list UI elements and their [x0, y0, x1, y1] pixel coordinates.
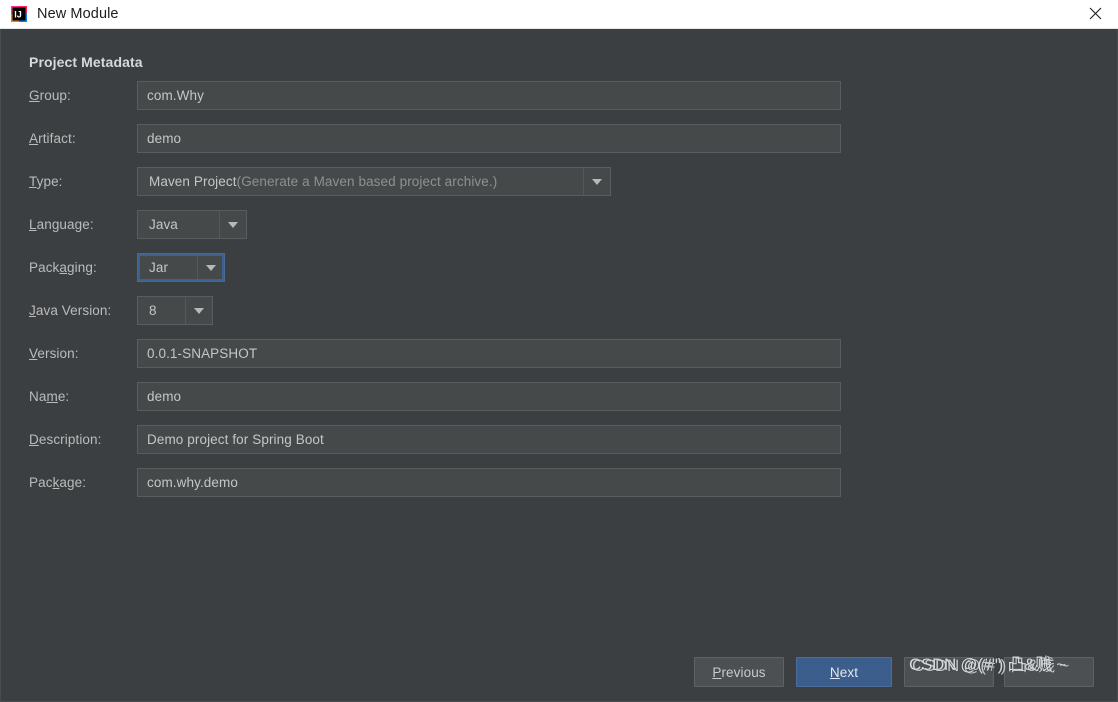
version-input[interactable]: 0.0.1-SNAPSHOT — [137, 339, 841, 368]
java-version-combobox-value: 8 — [149, 303, 157, 318]
packaging-combobox-value: Jar — [149, 260, 169, 275]
language-combobox[interactable]: Java — [137, 210, 247, 239]
label-version: Version: — [29, 346, 79, 361]
label-description: Description: — [29, 432, 102, 447]
project-metadata-form: Group: com.Why Artifact: demo Type: Mave… — [1, 81, 1117, 511]
form-row-java-version: Java Version: 8 — [1, 296, 1117, 325]
help-button[interactable] — [1004, 657, 1094, 687]
description-input[interactable]: Demo project for Spring Boot — [137, 425, 841, 454]
chevron-down-glyph — [228, 221, 238, 228]
form-row-group: Group: com.Why — [1, 81, 1117, 110]
chevron-down-icon[interactable] — [185, 297, 212, 324]
window-title: New Module — [37, 6, 119, 22]
group-input[interactable]: com.Why — [137, 81, 841, 110]
chevron-down-glyph — [194, 307, 204, 314]
title-bar: IJ New Module — [0, 0, 1118, 29]
chevron-down-icon[interactable] — [583, 168, 610, 195]
form-row-packaging: Packaging: Jar — [1, 253, 1117, 282]
section-title: Project Metadata — [29, 54, 143, 70]
packaging-combobox[interactable]: Jar — [137, 253, 225, 282]
dialog-footer: Previous Next CSDN @(#") 凸&贱 ~ CSDN @(#"… — [1, 655, 1117, 687]
name-input[interactable]: demo — [137, 382, 841, 411]
label-name: Name: — [29, 389, 70, 404]
dialog-content: Project Metadata Group: com.Why Artifact… — [0, 29, 1118, 702]
label-group: Group: — [29, 88, 71, 103]
previous-button-label: Previous — [712, 664, 766, 680]
form-row-package: Package: com.why.demo — [1, 468, 1117, 497]
svg-text:IJ: IJ — [14, 10, 22, 20]
group-input-value: com.Why — [147, 88, 204, 103]
new-module-dialog: IJ New Module Project Metadata Group: co… — [0, 0, 1118, 702]
previous-button[interactable]: Previous — [694, 657, 784, 687]
label-package: Package: — [29, 475, 87, 490]
chevron-down-icon[interactable] — [197, 254, 224, 281]
chevron-down-icon[interactable] — [219, 211, 246, 238]
type-combobox-value: Maven Project (Generate a Maven based pr… — [138, 168, 583, 195]
java-version-combobox[interactable]: 8 — [137, 296, 213, 325]
next-button[interactable]: Next — [796, 657, 892, 687]
label-artifact: Artifact: — [29, 131, 76, 146]
label-java-version: Java Version: — [29, 303, 112, 318]
package-input-value: com.why.demo — [147, 475, 238, 490]
label-type: Type: — [29, 174, 63, 189]
label-packaging: Packaging: — [29, 260, 97, 275]
type-combobox[interactable]: Maven Project (Generate a Maven based pr… — [137, 167, 611, 196]
name-input-value: demo — [147, 389, 182, 404]
type-combobox-text: Maven Project — [149, 174, 237, 189]
chevron-down-glyph — [592, 178, 602, 185]
language-combobox-value: Java — [149, 217, 178, 232]
version-input-value: 0.0.1-SNAPSHOT — [147, 346, 258, 361]
form-row-type: Type: Maven Project (Generate a Maven ba… — [1, 167, 1117, 196]
type-combobox-hint: (Generate a Maven based project archive.… — [236, 174, 498, 189]
label-language: Language: — [29, 217, 94, 232]
cancel-button[interactable] — [904, 657, 994, 687]
form-row-language: Language: Java — [1, 210, 1117, 239]
form-row-version: Version: 0.0.1-SNAPSHOT — [1, 339, 1117, 368]
description-input-value: Demo project for Spring Boot — [147, 432, 324, 447]
package-input[interactable]: com.why.demo — [137, 468, 841, 497]
next-button-label: Next — [829, 664, 859, 680]
form-row-artifact: Artifact: demo — [1, 124, 1117, 153]
chevron-down-glyph — [206, 264, 216, 271]
form-row-description: Description: Demo project for Spring Boo… — [1, 425, 1117, 454]
artifact-input[interactable]: demo — [137, 124, 841, 153]
close-icon[interactable] — [1072, 0, 1118, 27]
intellij-idea-icon: IJ — [10, 5, 28, 23]
form-row-name: Name: demo — [1, 382, 1117, 411]
artifact-input-value: demo — [147, 131, 182, 146]
